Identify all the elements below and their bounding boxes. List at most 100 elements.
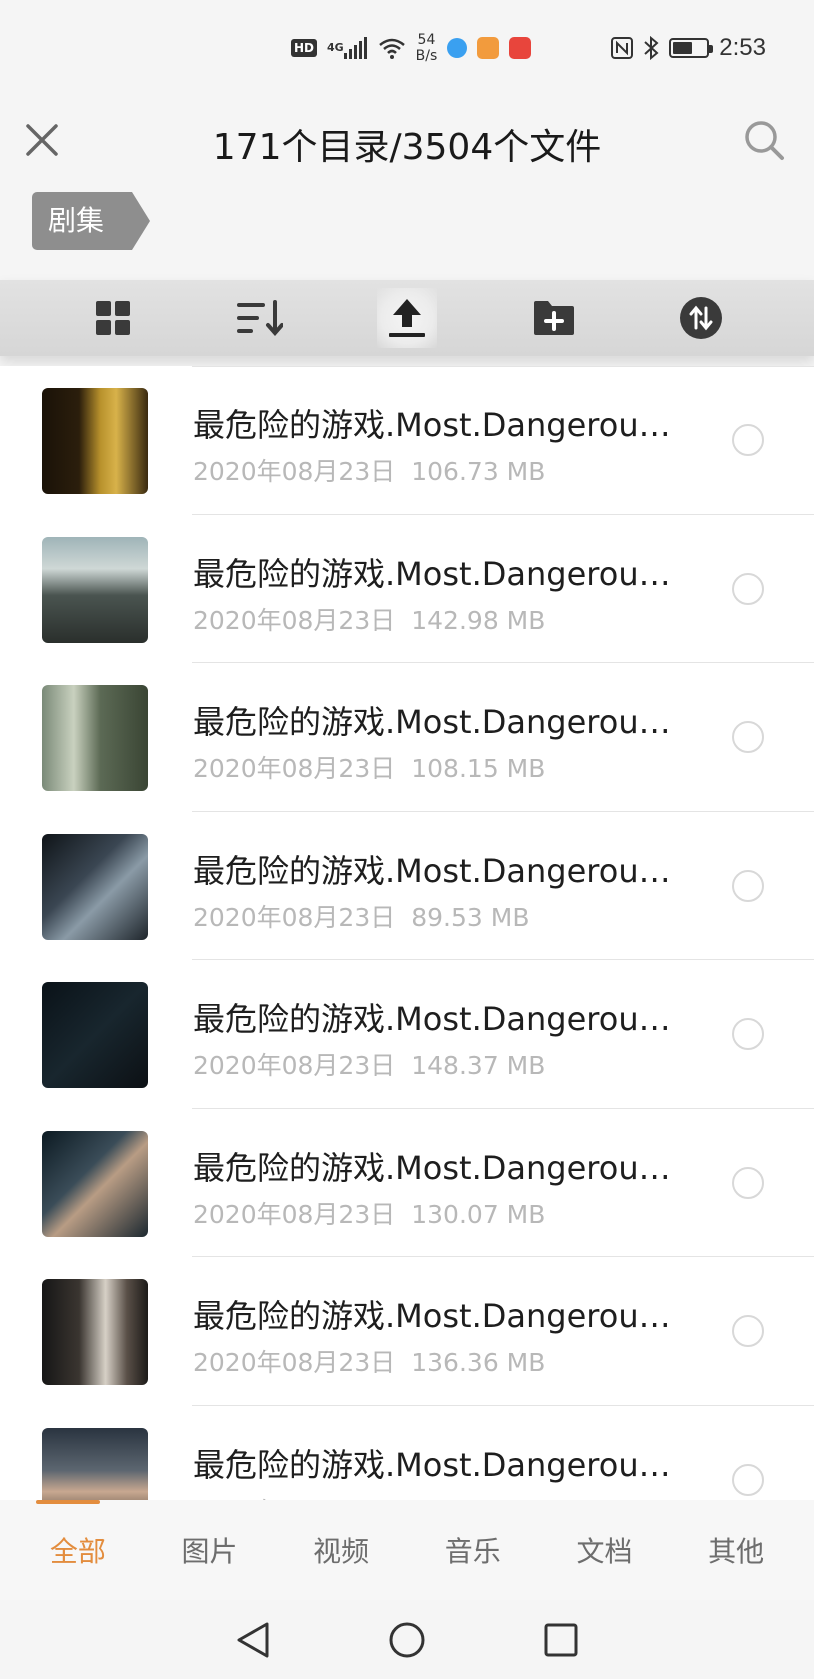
video-thumbnail (42, 1130, 148, 1237)
action-toolbar (0, 280, 814, 356)
video-thumbnail (42, 833, 148, 940)
file-date: 2020年08月23日 (193, 457, 396, 486)
file-list-item[interactable]: 最危险的游戏.Most.Dangerous.Game.S01E05.mp4 202… (0, 960, 814, 1109)
select-checkbox[interactable] (732, 1463, 764, 1496)
upload-icon (388, 299, 425, 337)
video-thumbnail (42, 982, 148, 1088)
file-list-item[interactable]: 最危险的游戏.Most.Dangerous.Game.S01E03.mp4 202… (0, 663, 814, 812)
file-name: 最危险的游戏.Most.Dangerous.Game.S01E08.mp4 (193, 1445, 683, 1484)
network-speed-value: 54 (417, 32, 436, 48)
tab-2[interactable]: 视频 (291, 1530, 391, 1570)
select-checkbox[interactable] (732, 721, 764, 753)
sort-button[interactable] (230, 288, 290, 348)
file-list: 最危险的游戏.Most.Dangerous.Game.S01E01.mp4 202… (0, 366, 814, 1500)
file-name: 最危险的游戏.Most.Dangerous.Game.S01E04.mp4 (193, 851, 683, 890)
file-meta: 2020年08月23日116.86 MB (193, 1492, 545, 1501)
file-meta: 2020年08月23日 108.15 MB (193, 749, 545, 785)
file-name: 最危险的游戏.Most.Dangerous.Game.S01E01.mp4 (193, 406, 683, 444)
select-checkbox[interactable] (732, 572, 764, 605)
network-speed: 54 B/s (416, 32, 438, 64)
select-checkbox[interactable] (732, 424, 764, 456)
file-meta: 2020年08月23日 142.98 MB (193, 601, 545, 637)
tab-5[interactable]: 其他 (686, 1530, 786, 1570)
file-date: 2020年08月23日 (193, 1348, 396, 1377)
file-name: 最危险的游戏.Most.Dangerous.Game.S01E06.mp4 (193, 1148, 683, 1187)
file-size: 89.53 MB (411, 902, 530, 932)
active-tab-indicator (36, 1500, 100, 1504)
transfer-icon (679, 297, 722, 339)
video-thumbnail (42, 1279, 148, 1385)
select-checkbox[interactable] (732, 1315, 764, 1347)
file-list-item[interactable]: 最危险的游戏.Most.Dangerous.Game.S01E06.mp4 202… (0, 1109, 814, 1258)
page-title: 171个目录/3504个文件 (212, 127, 602, 168)
transfer-button[interactable] (671, 288, 731, 348)
search-button[interactable] (742, 118, 786, 162)
file-list-item[interactable]: 最危险的游戏.Most.Dangerous.Game.S01E08.mp4 202… (0, 1406, 814, 1501)
video-thumbnail (42, 685, 148, 791)
category-tabs: 全部 图片 视频 音乐 文档 其他 (0, 1500, 814, 1600)
file-meta: 2020年08月23日 130.07 MB (193, 1195, 545, 1231)
grid-view-button[interactable] (83, 288, 143, 348)
file-list-item[interactable]: 最危险的游戏.Most.Dangerous.Game.S01E01.mp4 202… (0, 366, 814, 515)
select-checkbox[interactable] (732, 1166, 764, 1199)
file-meta: 2020年08月23日 148.37 MB (193, 1046, 545, 1082)
hd-icon: HD (290, 39, 317, 57)
system-nav-bar (0, 1600, 814, 1679)
file-date: 2020年08月23日 (193, 1051, 396, 1080)
file-list-item[interactable]: 最危险的游戏.Most.Dangerous.Game.S01E07.mp4 202… (0, 1257, 814, 1406)
close-button[interactable] (22, 120, 62, 160)
network-type-label: 4G (326, 41, 344, 54)
file-date: 2020年08月23日 (193, 605, 396, 635)
select-checkbox[interactable] (732, 1018, 764, 1050)
signal-icon: 4G (327, 37, 368, 59)
reader-app-icon (509, 37, 532, 59)
wifi-icon (378, 37, 406, 59)
breadcrumb-item-current[interactable]: 剧集 (32, 192, 151, 250)
file-size: 136.36 MB (411, 1348, 546, 1377)
browser-app-icon (447, 38, 468, 58)
tab-0[interactable]: 全部 (28, 1530, 128, 1570)
back-button[interactable] (231, 1618, 275, 1662)
recents-square-icon (544, 1623, 578, 1656)
recents-button[interactable] (539, 1618, 583, 1662)
network-speed-unit: B/s (415, 48, 438, 64)
file-size: 108.15 MB (411, 754, 546, 783)
file-list-item[interactable]: 最危险的游戏.Most.Dangerous.Game.S01E04.mp4 202… (0, 812, 814, 961)
home-circle-icon (389, 1622, 425, 1657)
status-bar: HD 4G 54 B/s 2:53 (0, 0, 814, 96)
file-name: 最危险的游戏.Most.Dangerous.Game.S01E07.mp4 (193, 1297, 683, 1335)
file-list-item[interactable]: 最危险的游戏.Most.Dangerous.Game.S01E02.mp4 202… (0, 515, 814, 664)
file-name: 最危险的游戏.Most.Dangerous.Game.S01E03.mp4 (193, 703, 683, 741)
video-thumbnail (42, 1427, 148, 1500)
tab-4[interactable]: 文档 (554, 1530, 654, 1570)
upload-button[interactable] (376, 288, 437, 348)
file-name: 最危险的游戏.Most.Dangerous.Game.S01E05.mp4 (193, 1000, 683, 1038)
grid-view-icon (96, 301, 131, 335)
back-triangle-icon (237, 1622, 269, 1657)
file-meta: 2020年08月23日 106.73 MB (193, 452, 545, 488)
app-notification-icon (477, 37, 500, 59)
home-button[interactable] (385, 1618, 429, 1662)
file-size: 130.07 MB (411, 1199, 546, 1229)
tab-3[interactable]: 音乐 (423, 1530, 523, 1570)
file-meta: 2020年08月23日 136.36 MB (193, 1343, 545, 1379)
new-folder-button[interactable] (524, 288, 584, 348)
sort-icon (237, 300, 284, 336)
tab-1[interactable]: 图片 (159, 1530, 259, 1570)
search-icon (745, 121, 784, 160)
file-date: 2020年08月23日 (193, 1199, 396, 1229)
battery-icon (669, 38, 714, 58)
file-date: 2020年08月23日 (193, 902, 396, 932)
battery-level (673, 42, 693, 54)
nfc-icon (611, 37, 634, 59)
select-checkbox[interactable] (732, 869, 764, 902)
list-divider (192, 366, 814, 367)
file-date: 2020年08月23日 (193, 754, 396, 783)
file-size: 142.98 MB (411, 605, 546, 635)
clock: 2:53 (719, 34, 766, 61)
close-icon (26, 124, 58, 156)
breadcrumb: 剧集 (32, 192, 151, 250)
file-name: 最危险的游戏.Most.Dangerous.Game.S01E02.mp4 (193, 554, 683, 593)
file-size: 106.73 MB (411, 457, 546, 486)
bluetooth-icon (643, 36, 659, 60)
